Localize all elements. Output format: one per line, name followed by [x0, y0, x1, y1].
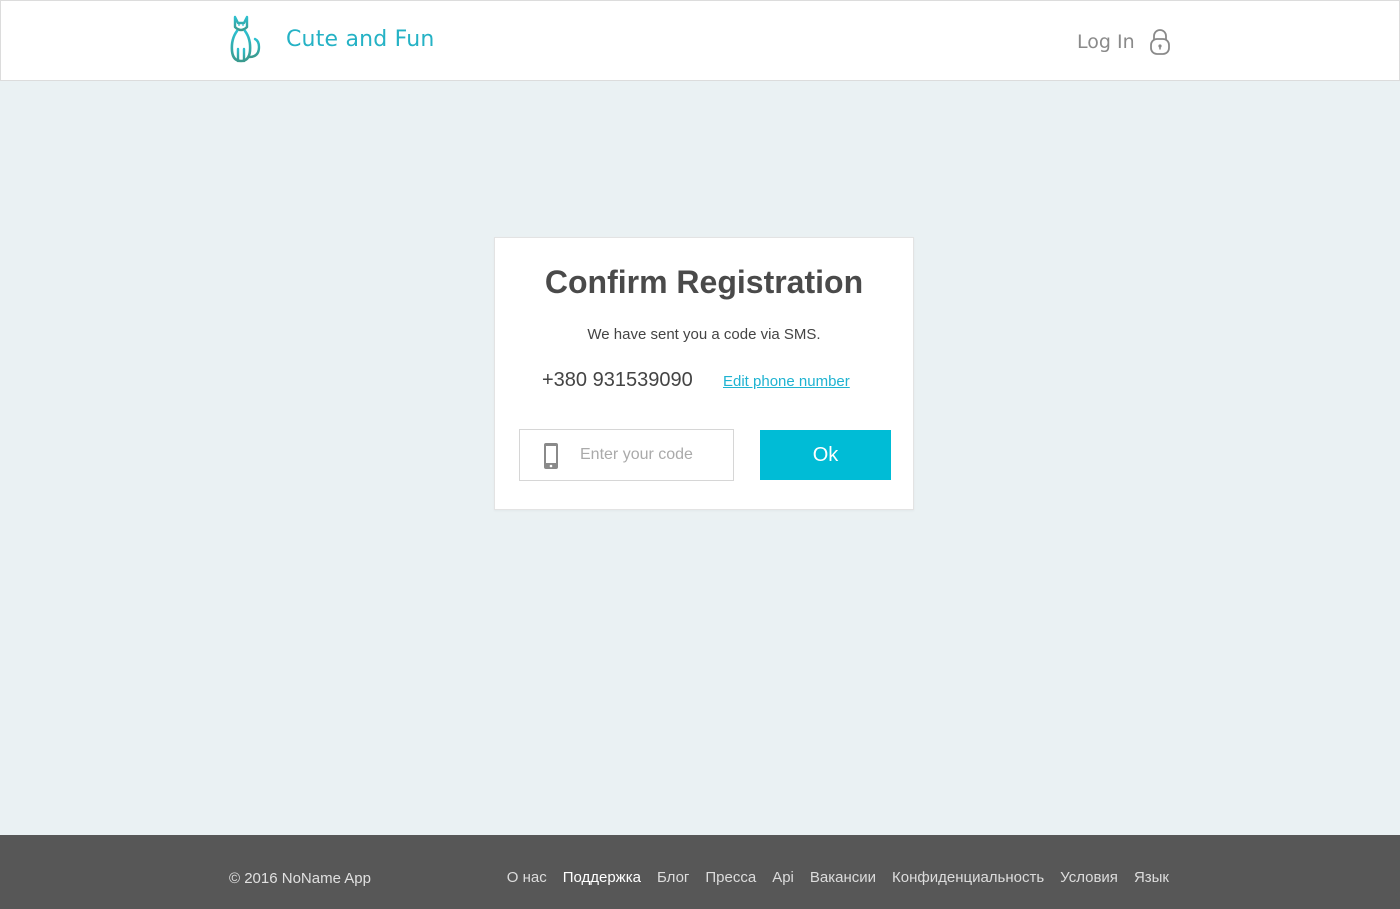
mobile-phone-icon: [544, 443, 558, 469]
footer-link-press[interactable]: Пресса: [705, 869, 756, 886]
footer: © 2016 NoName App О нас Поддержка Блог П…: [0, 835, 1400, 909]
code-input[interactable]: [580, 430, 730, 480]
footer-link-language[interactable]: Язык: [1134, 869, 1169, 886]
top-header: Cute and Fun Log In: [0, 0, 1400, 81]
footer-nav: О нас Поддержка Блог Пресса Api Вакансии…: [507, 869, 1169, 886]
phone-number: +380 931539090: [542, 369, 693, 391]
edit-phone-link[interactable]: Edit phone number: [723, 373, 850, 390]
cat-logo-icon[interactable]: [229, 13, 267, 65]
brand-name[interactable]: Cute and Fun: [286, 27, 435, 52]
footer-link-api[interactable]: Api: [772, 869, 794, 886]
footer-link-blog[interactable]: Блог: [657, 869, 689, 886]
lock-icon[interactable]: [1149, 28, 1171, 56]
copyright: © 2016 NoName App: [229, 870, 371, 887]
confirm-registration-card: Confirm Registration We have sent you a …: [494, 237, 914, 510]
login-button[interactable]: Log In: [1077, 27, 1171, 57]
page-title: Confirm Registration: [544, 264, 864, 300]
footer-link-terms[interactable]: Условия: [1060, 869, 1118, 886]
code-field[interactable]: [519, 429, 734, 481]
footer-link-support[interactable]: Поддержка: [563, 869, 641, 886]
login-label[interactable]: Log In: [1077, 31, 1135, 53]
footer-link-jobs[interactable]: Вакансии: [810, 869, 876, 886]
sms-notice: We have sent you a code via SMS.: [587, 326, 821, 343]
footer-link-privacy[interactable]: Конфиденциальность: [892, 869, 1044, 886]
ok-button[interactable]: Ok: [760, 430, 891, 480]
footer-link-about[interactable]: О нас: [507, 869, 547, 886]
